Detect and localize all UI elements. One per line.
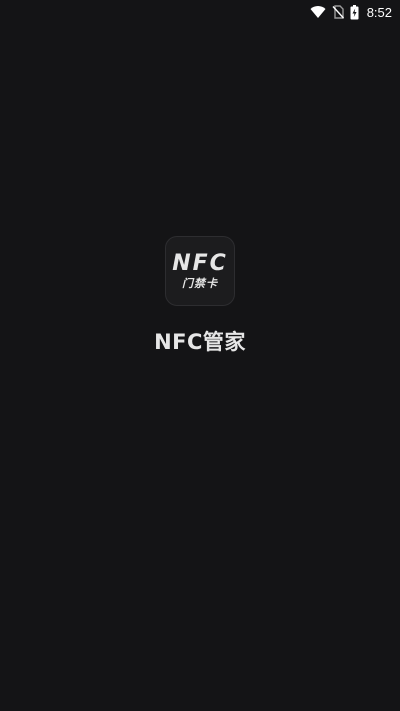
logo-subtext: 门禁卡 (182, 276, 218, 290)
logo-nfc-text: NFC (172, 250, 228, 276)
app-logo-icon: NFC 门禁卡 (165, 236, 235, 306)
no-sim-icon (332, 5, 344, 19)
status-time: 8:52 (366, 4, 392, 20)
splash-content: NFC 门禁卡 NFC管家 (0, 236, 400, 356)
status-bar: 8:52 (0, 0, 400, 24)
wifi-icon (310, 5, 326, 19)
splash-screen: 8:52 NFC 门禁卡 NFC管家 (0, 0, 400, 711)
app-name: NFC管家 (154, 330, 246, 354)
battery-charging-icon (350, 4, 359, 20)
